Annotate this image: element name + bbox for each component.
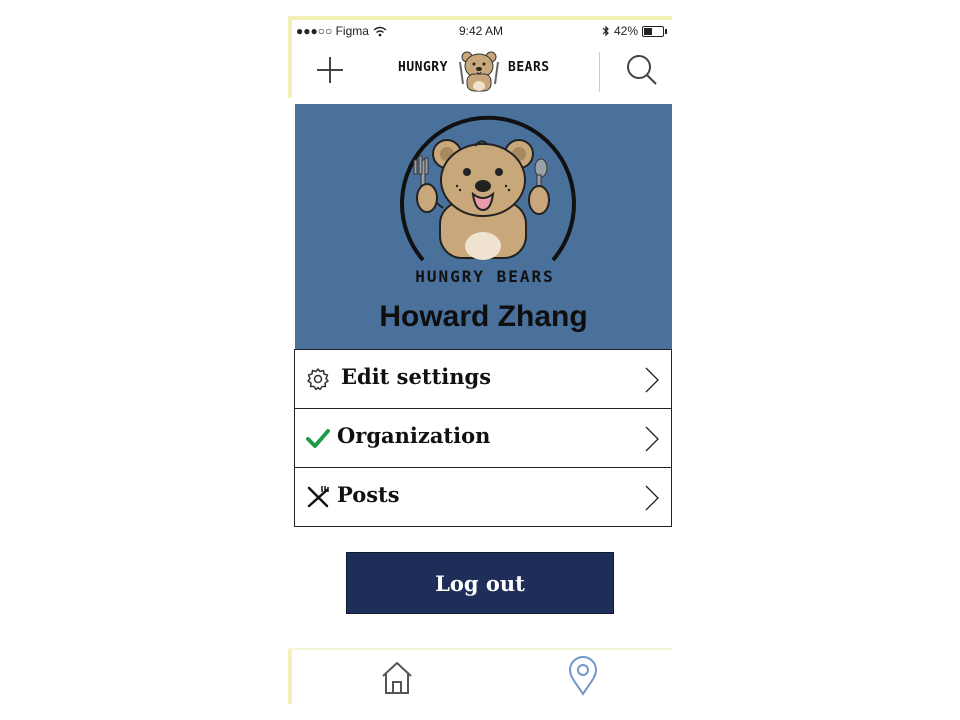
phone-screen: ●●●○○ Figma 9:42 AM 42% HUNGRY BEARS HUN… (288, 16, 672, 704)
bear-logo-icon (459, 51, 499, 92)
tab-home[interactable] (380, 660, 414, 696)
tab-map[interactable] (568, 656, 598, 696)
search-icon (627, 55, 657, 85)
profile-header: HUNGRY BEARS Howard Zhang (295, 104, 672, 352)
hungry-bears-logo: HUNGRY BEARS (400, 115, 576, 286)
nav-divider (599, 52, 600, 92)
status-bar: ●●●○○ Figma 9:42 AM 42% (294, 22, 668, 40)
menu-item-label: Edit settings (341, 364, 492, 389)
logo-wordmark: HUNGRY BEARS (415, 267, 555, 286)
frame-accent-bottom (288, 648, 672, 650)
battery-percent: 42% (613, 24, 638, 38)
add-button[interactable] (310, 50, 350, 90)
menu-item-label: Organization (337, 423, 491, 448)
tab-bar (294, 652, 672, 704)
menu-item-label: Posts (337, 482, 400, 507)
logo-text-hungry: HUNGRY (398, 60, 448, 75)
plus-icon (317, 57, 343, 83)
utensils-icon (307, 486, 329, 508)
frame-accent-top (288, 16, 672, 20)
chevron-right-icon (645, 367, 659, 393)
frame-accent-left (288, 16, 292, 98)
app-logo: HUNGRY BEARS (398, 46, 568, 92)
map-pin-icon (568, 656, 598, 696)
check-icon (306, 429, 330, 448)
profile-name: Howard Zhang (379, 300, 588, 333)
battery-icon (642, 25, 667, 37)
home-icon (382, 662, 412, 694)
frame-accent-left-bottom (288, 648, 292, 704)
search-button[interactable] (624, 52, 660, 88)
nav-bar: HUNGRY BEARS (294, 42, 668, 98)
gear-icon (307, 368, 329, 391)
logo-text-bears: BEARS (508, 60, 550, 75)
menu-item-organization[interactable]: Organization (294, 408, 672, 468)
bluetooth-icon (602, 25, 609, 37)
menu-item-edit-settings[interactable]: Edit settings (294, 349, 672, 409)
chevron-right-icon (645, 426, 659, 452)
menu-item-posts[interactable]: Posts (294, 467, 672, 527)
battery-nub (665, 28, 667, 34)
battery-level (644, 27, 652, 35)
chevron-right-icon (645, 485, 659, 511)
profile-menu: Edit settings Organization Posts (294, 349, 672, 527)
logout-button[interactable]: Log out (346, 552, 614, 614)
status-battery-group: 42% (602, 24, 667, 38)
